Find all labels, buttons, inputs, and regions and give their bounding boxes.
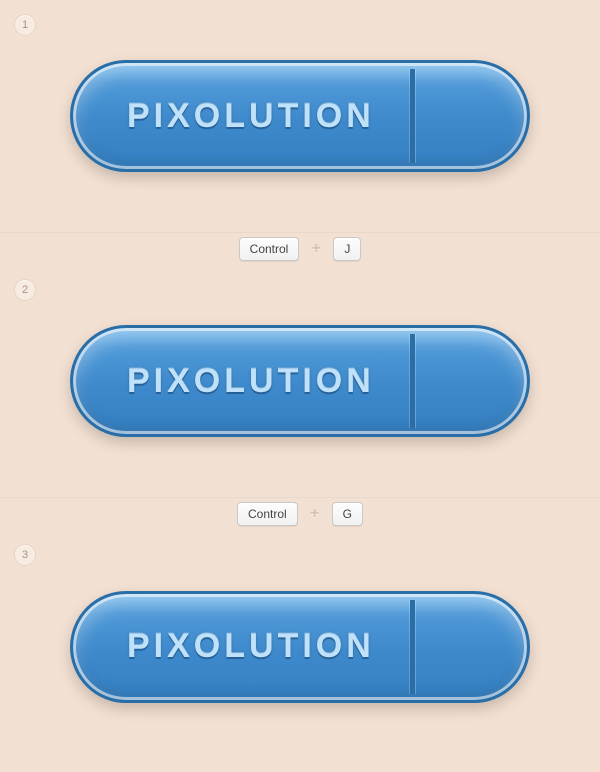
button-label: PIXOLUTION — [127, 97, 375, 136]
step-panel-1: 1 PIXOLUTION — [0, 0, 600, 233]
shortcut-row-2: Control + G — [0, 497, 600, 531]
key-control: Control — [239, 237, 300, 261]
step-number-badge: 1 — [14, 14, 36, 36]
step-panel-3: 3 PIXOLUTION — [0, 530, 600, 763]
pill-divider — [410, 334, 415, 428]
pixolution-button[interactable]: PIXOLUTION — [70, 60, 530, 172]
pill-divider — [410, 600, 415, 694]
key-g: G — [332, 502, 363, 526]
plus-icon: + — [306, 505, 324, 523]
button-label: PIXOLUTION — [127, 627, 375, 666]
plus-icon: + — [307, 240, 325, 258]
step-number-badge: 3 — [14, 544, 36, 566]
key-j: J — [333, 237, 361, 261]
step-panel-2: 2 PIXOLUTION — [0, 265, 600, 498]
shortcut-row-1: Control + J — [0, 232, 600, 266]
tutorial-steps: 1 PIXOLUTION Control + J 2 PIXOLUTION Co… — [0, 0, 600, 763]
pixolution-button[interactable]: PIXOLUTION — [70, 591, 530, 703]
key-control: Control — [237, 502, 298, 526]
pill-divider — [410, 69, 415, 163]
step-number-badge: 2 — [14, 279, 36, 301]
pixolution-button[interactable]: PIXOLUTION — [70, 325, 530, 437]
button-label: PIXOLUTION — [127, 362, 375, 401]
